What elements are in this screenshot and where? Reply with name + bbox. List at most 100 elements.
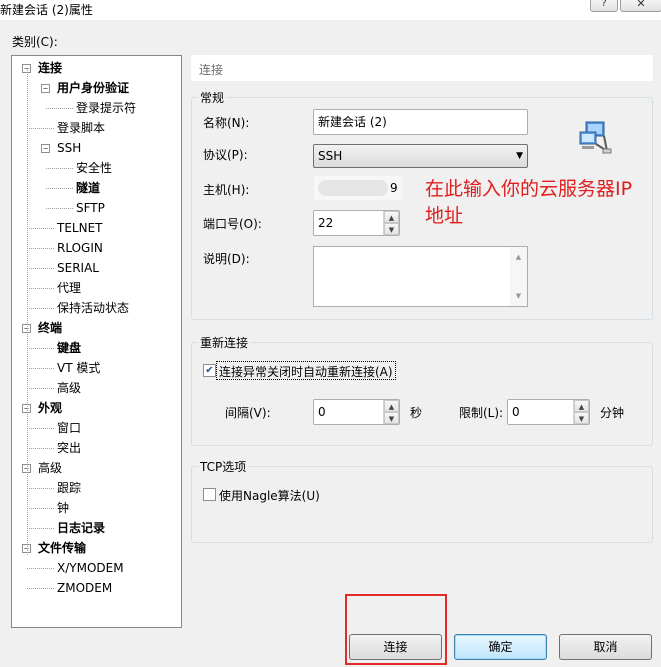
tree-connector: [46, 168, 73, 169]
tree-item[interactable]: 保持活动状态: [57, 301, 129, 315]
title-bar: 新建会话 (2)属性 ? ✕: [0, 0, 661, 20]
limit-input[interactable]: 0 ▲ ▼: [507, 399, 590, 425]
tree-item[interactable]: VT 模式: [57, 361, 100, 375]
spin-down-icon[interactable]: ▼: [574, 412, 589, 424]
tree-item[interactable]: 窗口: [57, 421, 81, 435]
connect-button[interactable]: 连接: [349, 634, 442, 660]
tree-connector: [27, 588, 54, 589]
tree-item[interactable]: 高级: [57, 381, 81, 395]
tree-connector: [27, 228, 54, 229]
network-computers-icon: [579, 121, 612, 154]
tree-connector: [27, 428, 54, 429]
host-value: 9: [390, 181, 398, 195]
category-tree[interactable]: 连接 − 用户身份验证 − 登录提示符 登录脚本 SSH − 安全性 隧道 SFTP TELNET RL…: [11, 55, 182, 628]
help-icon: ?: [601, 0, 607, 9]
nagle-checkbox[interactable]: [203, 488, 216, 501]
tree-item[interactable]: X/YMODEM: [57, 561, 124, 575]
protocol-label: 协议(P):: [203, 148, 248, 162]
spin-up-icon[interactable]: ▲: [384, 400, 399, 412]
port-input[interactable]: 22 ▲ ▼: [313, 210, 400, 236]
limit-value: 0: [512, 405, 520, 419]
minutes-unit: 分钟: [600, 406, 625, 420]
tree-item[interactable]: 代理: [57, 281, 81, 295]
category-label: 类别(C):: [12, 35, 58, 49]
auto-reconnect-label[interactable]: 连接异常关闭时自动重新连接(A): [219, 363, 393, 380]
tree-item[interactable]: 键盘: [57, 341, 81, 355]
tree-item[interactable]: 连接: [38, 61, 62, 75]
interval-spinner[interactable]: ▲ ▼: [383, 400, 399, 424]
seconds-unit: 秒: [410, 406, 423, 420]
general-legend: 常规: [198, 89, 227, 106]
description-textarea[interactable]: ▲ ▼: [313, 246, 528, 307]
close-button[interactable]: ✕: [620, 0, 661, 12]
spin-down-icon[interactable]: ▼: [384, 223, 399, 235]
collapse-icon[interactable]: −: [41, 84, 50, 93]
reconnect-legend: 重新连接: [198, 334, 251, 351]
collapse-icon[interactable]: −: [41, 144, 50, 153]
tree-item[interactable]: SSH: [57, 141, 81, 155]
spin-up-icon[interactable]: ▲: [384, 211, 399, 223]
tree-connector: [27, 448, 54, 449]
tree-item[interactable]: 登录提示符: [76, 101, 136, 115]
description-scrollbar[interactable]: ▲ ▼: [510, 247, 527, 306]
help-button[interactable]: ?: [590, 0, 618, 12]
spin-down-icon[interactable]: ▼: [384, 412, 399, 424]
tree-connector: [27, 488, 54, 489]
tree-item[interactable]: 用户身份验证: [57, 81, 129, 95]
tree-item[interactable]: 文件传输: [38, 541, 86, 555]
host-input[interactable]: 9: [313, 175, 403, 201]
tree-connector: [27, 248, 54, 249]
tree-connector: [27, 388, 54, 389]
interval-label: 间隔(V):: [225, 406, 271, 420]
auto-reconnect-checkbox[interactable]: ✔: [203, 364, 216, 377]
tree-connector: [27, 70, 28, 555]
protocol-select[interactable]: SSH ▼: [313, 144, 528, 168]
port-spinner[interactable]: ▲ ▼: [383, 211, 399, 235]
tree-item[interactable]: 高级: [38, 461, 62, 475]
host-label: 主机(H):: [203, 183, 250, 197]
tree-item[interactable]: 突出: [57, 441, 81, 455]
tree-item[interactable]: 外观: [38, 401, 62, 415]
tree-item[interactable]: 日志记录: [57, 521, 105, 535]
tree-connector: [27, 568, 54, 569]
name-input[interactable]: 新建会话 (2): [313, 109, 528, 135]
tree-connector: [46, 188, 73, 189]
tree-item[interactable]: SERIAL: [57, 261, 99, 275]
close-icon: ✕: [636, 0, 646, 10]
tree-item[interactable]: 钟: [57, 501, 69, 515]
tree-connector: [27, 288, 54, 289]
tree-connector: [27, 308, 54, 309]
interval-input[interactable]: 0 ▲ ▼: [313, 399, 400, 425]
annotation-line-2: 地址: [425, 205, 464, 227]
limit-spinner[interactable]: ▲ ▼: [573, 400, 589, 424]
nagle-label[interactable]: 使用Nagle算法(U): [219, 487, 320, 504]
page-header: 连接: [191, 55, 653, 81]
tree-connector: [27, 508, 54, 509]
description-label: 说明(D):: [203, 252, 250, 266]
checkmark-icon: ✔: [205, 365, 214, 376]
tcp-group: [191, 466, 653, 543]
tree-item[interactable]: SFTP: [76, 201, 105, 215]
page-title: 连接: [199, 63, 224, 77]
spin-up-icon[interactable]: ▲: [574, 400, 589, 412]
tree-item[interactable]: 隧道: [76, 181, 100, 195]
scroll-up-icon[interactable]: ▲: [510, 253, 527, 261]
chevron-down-icon: ▼: [516, 151, 523, 161]
tree-item[interactable]: 登录脚本: [57, 121, 105, 135]
tree-item[interactable]: 终端: [38, 321, 62, 335]
tree-item[interactable]: TELNET: [57, 221, 103, 235]
cancel-button[interactable]: 取消: [559, 634, 652, 660]
tree-item[interactable]: 跟踪: [57, 481, 81, 495]
tree-connector: [27, 348, 54, 349]
port-value: 22: [318, 216, 334, 230]
blurred-ip: [318, 180, 388, 196]
tree-item[interactable]: RLOGIN: [57, 241, 103, 255]
scroll-down-icon[interactable]: ▼: [510, 292, 527, 300]
tree-connector: [46, 108, 73, 109]
tree-connector: [27, 268, 54, 269]
tcp-legend: TCP选项: [198, 458, 249, 475]
tree-item[interactable]: ZMODEM: [57, 581, 112, 595]
tree-item[interactable]: 安全性: [76, 161, 112, 175]
ok-button[interactable]: 确定: [454, 634, 547, 660]
tree-connector: [27, 528, 54, 529]
